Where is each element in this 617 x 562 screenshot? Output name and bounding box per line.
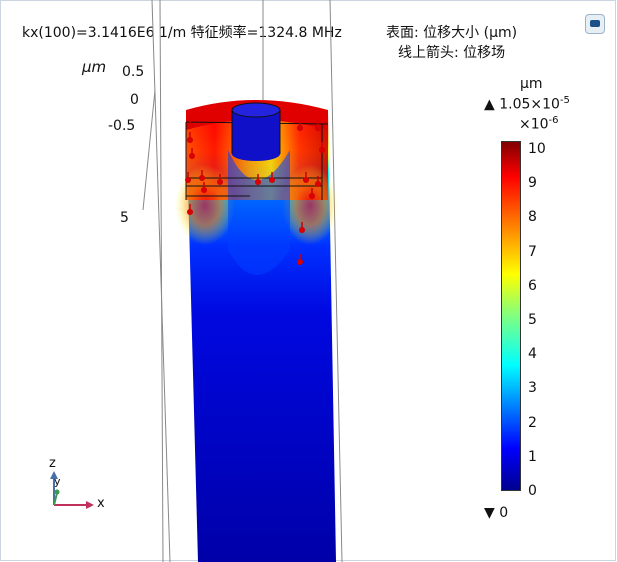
arrow-head	[297, 259, 303, 265]
colorbar-max-value: 1.05×10	[499, 96, 560, 113]
arrow-head	[299, 227, 305, 233]
arrow-head	[255, 179, 261, 185]
axis-tick-label: 0.5	[122, 64, 145, 80]
axis-tick-label: -0.5	[108, 118, 136, 134]
colorbar-unit: μm	[520, 76, 543, 92]
arrow-head	[297, 125, 303, 131]
arrow-head	[315, 125, 321, 131]
center-pillar	[231, 102, 281, 161]
colorbar-max-exponent: -5	[559, 95, 570, 106]
colorbar-tick-label: 0	[528, 483, 537, 499]
arrow-head	[269, 177, 275, 183]
arrow-head	[187, 123, 193, 129]
colorbar-tick-label: 2	[528, 414, 537, 431]
arrow-head	[185, 177, 191, 183]
colorbar-tick-label: 3	[528, 380, 537, 397]
colorbar-tick-label: 9	[528, 175, 537, 192]
max-triangle-icon: ▲	[484, 96, 495, 113]
arrow-head	[319, 147, 325, 153]
triad-y-label: y	[54, 475, 61, 488]
colorbar-max-label: ▲ 1.05×10-5	[484, 95, 570, 113]
colorbar-tick-label: 10	[528, 141, 546, 157]
arrow-head	[201, 187, 207, 193]
colorbar-min-label: ▼ 0	[484, 505, 508, 521]
colorbar-tick-label: 5	[528, 312, 537, 328]
arrow-head	[303, 177, 309, 183]
colorbar-min-value: 0	[499, 505, 509, 521]
colorbar-tick-label: 6	[528, 277, 537, 294]
arrow-head	[187, 137, 193, 143]
colorbar-gradient	[501, 141, 521, 491]
min-triangle-icon: ▼	[484, 505, 495, 521]
colorbar-multiplier: ×10-6	[519, 115, 559, 133]
arrow-head	[309, 193, 315, 199]
axis-unit-label: μm	[82, 58, 107, 76]
colorbar-multiplier-exponent: -6	[548, 115, 559, 126]
axis-tick-label: 5	[120, 210, 129, 226]
colorbar-tick-label: 7	[528, 243, 537, 260]
colorbar-multiplier-base: ×10	[519, 116, 549, 133]
colorbar-tick-label: 4	[528, 346, 537, 363]
triad-z-label: z	[49, 456, 56, 471]
colorbar-tick-label: 8	[528, 209, 537, 226]
colorbar-tick-label: 1	[528, 448, 537, 465]
arrow-head	[217, 179, 223, 185]
axis-tick-label: 0	[130, 92, 139, 108]
arrow-head	[315, 181, 321, 187]
arrow-head	[187, 209, 193, 215]
triad-x-label: x	[97, 496, 105, 511]
arrow-head	[189, 153, 195, 159]
arrow-head	[199, 175, 205, 181]
